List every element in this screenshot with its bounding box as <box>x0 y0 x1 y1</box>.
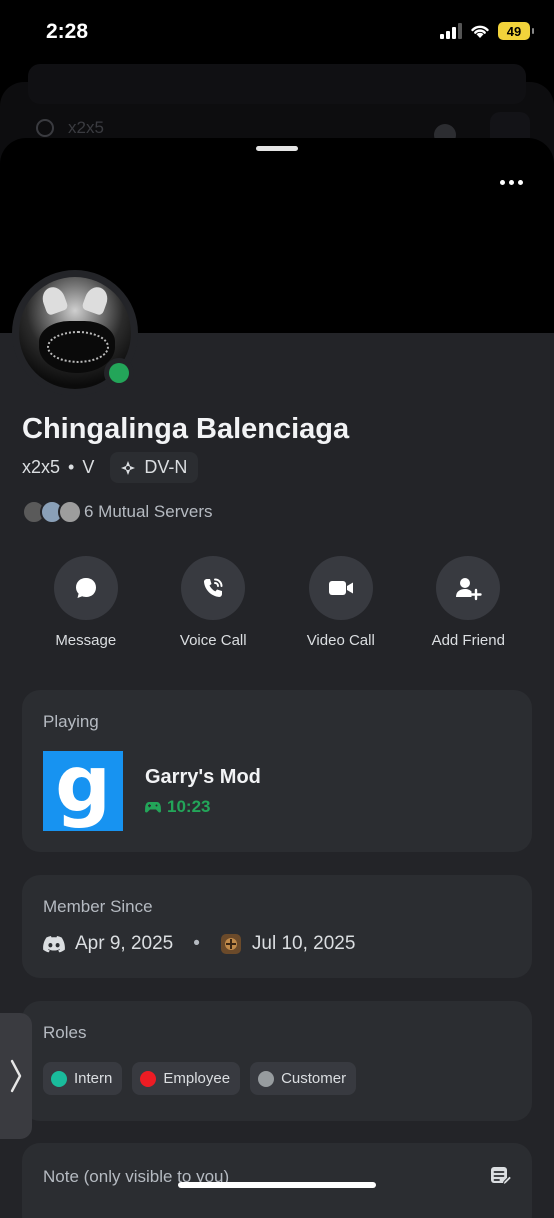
clan-tag-badge[interactable]: DV-N <box>110 452 199 483</box>
game-elapsed: 10:23 <box>145 797 210 817</box>
status-time: 2:28 <box>46 20 89 43</box>
search-icon <box>36 119 54 137</box>
more-options-button[interactable] <box>494 172 528 192</box>
battery-indicator: 49 <box>498 22 534 40</box>
role-color-dot <box>258 1070 275 1087</box>
date-separator: • <box>193 933 200 954</box>
game-icon: g <box>43 746 123 831</box>
side-drawer-tab[interactable] <box>0 1013 32 1139</box>
elapsed-time: 10:23 <box>167 797 211 816</box>
video-camera-icon <box>328 581 353 595</box>
edit-note-icon[interactable] <box>490 1165 512 1187</box>
voice-call-button[interactable]: Voice Call <box>150 556 278 649</box>
role-name: Intern <box>74 1070 113 1087</box>
video-call-button-label: Video Call <box>306 632 375 649</box>
drag-handle[interactable] <box>256 146 298 151</box>
activity-title: Playing <box>43 712 99 731</box>
roles-card: Roles Intern Employee Customer <box>22 1001 532 1121</box>
clan-tag: DV-N <box>144 457 188 477</box>
signal-icon <box>440 23 462 39</box>
display-name: Chingalinga Balenciaga <box>22 413 350 445</box>
role-chip[interactable]: Customer <box>250 1062 357 1095</box>
role-chip[interactable]: Employee <box>132 1062 241 1095</box>
status-icons: 49 <box>440 22 534 40</box>
discord-join-date: Apr 9, 2025 <box>75 933 174 954</box>
roles-list: Intern Employee Customer <box>43 1062 357 1095</box>
username-row: x2x5 • V DV-N <box>22 452 199 483</box>
role-name: Employee <box>163 1070 231 1087</box>
pronoun-tag: V <box>82 457 95 477</box>
member-since-card: Member Since Apr 9, 2025 • Jul 10, 2025 <box>22 875 532 978</box>
chat-bubble-icon <box>75 578 96 598</box>
message-button-label: Message <box>55 632 117 649</box>
role-color-dot <box>51 1070 67 1087</box>
chevron-right-icon <box>10 1059 22 1093</box>
controller-icon <box>145 802 161 813</box>
voice-call-button-label: Voice Call <box>179 632 247 649</box>
note-card[interactable]: Note (only visible to you) <box>22 1143 532 1218</box>
username-separator: • <box>68 457 75 477</box>
avatar[interactable] <box>12 270 138 396</box>
activity-card[interactable]: Playing g Garry's Mod 10:23 <box>22 690 532 852</box>
server-icon <box>220 934 241 954</box>
server-join-date: Jul 10, 2025 <box>251 933 356 954</box>
home-indicator[interactable] <box>178 1182 376 1188</box>
game-name: Garry's Mod <box>145 766 261 788</box>
role-chip[interactable]: Intern <box>43 1062 123 1095</box>
role-name: Customer <box>281 1070 347 1087</box>
clan-badge-icon <box>121 460 136 475</box>
online-status-indicator <box>104 358 134 388</box>
action-buttons: Message Voice Call Video Call Add Friend <box>22 556 532 649</box>
wifi-icon <box>471 25 489 38</box>
mutual-servers-label: 6 Mutual Servers <box>84 502 213 521</box>
background-search: x2x5 <box>36 118 104 138</box>
phone-icon <box>204 578 223 597</box>
role-color-dot <box>140 1070 157 1087</box>
member-since-dates: Apr 9, 2025 • Jul 10, 2025 <box>43 933 355 955</box>
roles-title: Roles <box>43 1023 87 1042</box>
mutual-servers[interactable]: 6 Mutual Servers <box>22 500 213 524</box>
message-button[interactable]: Message <box>22 556 150 649</box>
username: x2x5 <box>22 457 61 477</box>
status-bar: 2:28 49 <box>0 0 554 66</box>
video-call-button[interactable]: Video Call <box>277 556 405 649</box>
mutual-server-icons <box>22 500 82 524</box>
profile-sheet: Chingalinga Balenciaga x2x5 • V DV-N 6 M… <box>0 138 554 1218</box>
member-since-title: Member Since <box>43 897 153 916</box>
add-person-icon <box>456 578 482 601</box>
background-search-text: x2x5 <box>68 118 104 137</box>
background-card <box>28 64 526 104</box>
discord-logo-icon <box>43 935 65 952</box>
add-friend-button-label: Add Friend <box>431 632 505 649</box>
game-icon-letter: g <box>55 740 111 830</box>
add-friend-button[interactable]: Add Friend <box>405 556 533 649</box>
